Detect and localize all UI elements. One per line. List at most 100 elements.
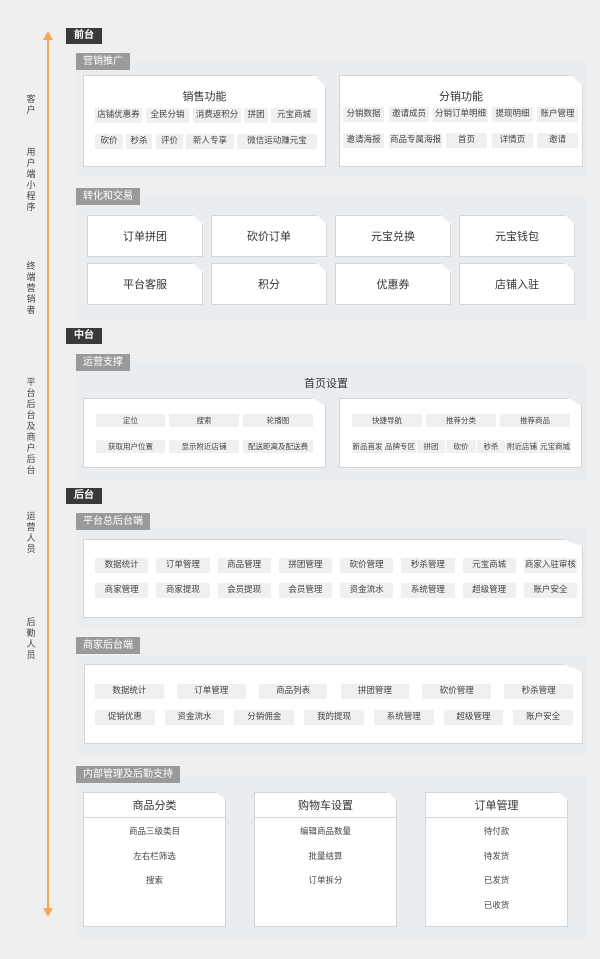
side-label-customer: 客户 <box>26 95 36 116</box>
side-label-operators: 运营人员 <box>26 512 36 555</box>
sales-chip: 元宝商城 <box>271 108 317 123</box>
merchant-admin-chip: 数据统计 <box>95 684 164 699</box>
homepage-left-card <box>83 398 326 468</box>
platform-admin-chip: 商品管理 <box>217 558 271 573</box>
internal-card-category: 商品分类 商品三级类目 左右栏筛选 搜索 <box>83 792 226 927</box>
sales-chip: 评价 <box>156 134 183 149</box>
platform-admin-chip: 秒杀管理 <box>401 558 455 573</box>
sales-chip: 秒杀 <box>126 134 152 149</box>
conversion-item: 平台客服 <box>87 263 203 305</box>
homepage-chip: 新品首发 <box>352 440 383 453</box>
distribution-chip: 邀请成员 <box>389 107 429 122</box>
side-label-platform-merchant: 平台后台及商户后台 <box>26 378 36 476</box>
merchant-admin-tag: 商家后台端 <box>76 637 140 654</box>
arrow-up-icon <box>43 31 53 40</box>
platform-admin-chip: 拼团管理 <box>278 558 332 573</box>
merchant-admin-chip: 拼团管理 <box>340 684 410 699</box>
sales-chip: 消费返积分 <box>193 108 241 123</box>
internal-card-item: 已收货 <box>483 900 510 911</box>
homepage-chip: 砍价 <box>446 440 476 453</box>
internal-card-item: 已发货 <box>483 876 510 886</box>
internal-card-item: 商品三级类目 <box>128 827 180 837</box>
conversion-item: 订单拼团 <box>87 215 203 257</box>
tier-front: 前台 <box>66 28 102 44</box>
operations-tag: 运营支撑 <box>76 354 130 371</box>
sales-title: 销售功能 <box>182 90 227 103</box>
internal-card-orders: 订单管理 待付款 待发货 已发货 已收货 <box>425 792 568 927</box>
distribution-chip: 详情页 <box>492 133 533 148</box>
internal-card-cart: 购物车设置 编辑商品数量 批量结算 订单拆分 <box>254 792 397 927</box>
distribution-chip: 商品专属海报 <box>389 133 442 148</box>
platform-admin-chip: 超级管理 <box>462 583 516 598</box>
homepage-chip: 轮播图 <box>243 414 313 427</box>
merchant-admin-chip: 秒杀管理 <box>504 684 573 699</box>
internal-card-title: 订单管理 <box>426 793 567 818</box>
merchant-admin-chip: 账户安全 <box>513 710 573 725</box>
side-label-logistics: 后勤人员 <box>26 618 36 661</box>
merchant-admin-chip: 砍价管理 <box>422 684 492 699</box>
platform-admin-chip: 商家提现 <box>156 583 210 598</box>
sales-chip: 全民分销 <box>146 108 189 123</box>
sales-chip: 拼团 <box>244 108 268 123</box>
merchant-admin-chip: 商品列表 <box>258 684 328 699</box>
internal-tag: 内部管理及后勤支持 <box>76 766 180 783</box>
distribution-title: 分销功能 <box>439 90 483 103</box>
homepage-chip: 获取用户位置 <box>96 440 165 453</box>
distribution-chip: 分销数据 <box>343 107 384 122</box>
platform-admin-chip: 商家管理 <box>95 583 149 598</box>
conversion-item: 元宝钱包 <box>459 215 575 257</box>
merchant-admin-chip: 分销佣金 <box>234 710 295 725</box>
conversion-item: 元宝兑换 <box>335 215 451 257</box>
homepage-chip: 搜索 <box>169 414 239 427</box>
platform-admin-tag: 平台总后台端 <box>76 513 150 530</box>
distribution-chip: 邀请 <box>537 133 578 148</box>
side-label-marketer: 终端营销者 <box>26 262 36 316</box>
merchant-admin-chip: 促销优惠 <box>95 710 155 725</box>
homepage-chip: 显示附近店铺 <box>169 440 239 453</box>
platform-admin-chip: 砍价管理 <box>340 558 394 573</box>
internal-card-item: 待付款 <box>483 827 510 837</box>
platform-admin-chip: 数据统计 <box>95 558 149 573</box>
internal-card-item: 批量结算 <box>308 851 343 862</box>
arrow-down-icon <box>43 908 53 917</box>
homepage-chip: 元宝商城 <box>539 440 571 453</box>
internal-card-item: 搜索 <box>145 876 163 886</box>
internal-card-item: 编辑商品数量 <box>299 827 351 837</box>
marketing-tag: 营销推广 <box>76 53 130 70</box>
conversion-item: 砍价订单 <box>211 215 327 257</box>
homepage-chip: 快捷导航 <box>352 414 422 427</box>
side-label-mini-program: 用户端小程序 <box>26 148 36 213</box>
distribution-chip: 邀请海报 <box>343 133 384 148</box>
platform-admin-chip: 系统管理 <box>401 583 455 598</box>
platform-admin-chip: 会员提现 <box>217 583 271 598</box>
merchant-admin-chip: 资金流水 <box>164 710 225 725</box>
homepage-chip: 推荐商品 <box>500 414 570 427</box>
platform-admin-chip: 资金流水 <box>340 583 394 598</box>
conversion-item: 店铺入驻 <box>459 263 575 305</box>
conversion-item: 优惠券 <box>335 263 451 305</box>
conversion-tag: 转化和交易 <box>76 188 140 205</box>
internal-card-title: 购物车设置 <box>255 793 396 818</box>
tier-back: 后台 <box>66 488 102 504</box>
internal-card-item: 待发货 <box>483 851 510 862</box>
platform-admin-chip: 账户安全 <box>523 583 577 598</box>
sales-chip: 微信运动赚元宝 <box>237 134 317 149</box>
sales-chip: 砍价 <box>95 134 123 149</box>
merchant-admin-chip: 订单管理 <box>176 684 246 699</box>
homepage-chip: 推荐分类 <box>426 414 496 427</box>
platform-admin-chip: 会员管理 <box>278 583 332 598</box>
tier-middle: 中台 <box>66 328 102 344</box>
sales-chip: 店铺优惠券 <box>95 108 142 123</box>
homepage-right-card <box>339 398 582 468</box>
distribution-chip: 分销订单明细 <box>433 107 488 122</box>
platform-admin-chip: 商家入驻审核 <box>523 558 577 573</box>
timeline-axis <box>47 38 49 911</box>
operations-title: 首页设置 <box>304 377 348 390</box>
homepage-chip: 秒杀 <box>477 440 505 453</box>
distribution-chip: 账户管理 <box>537 107 578 122</box>
platform-admin-card <box>83 539 583 618</box>
homepage-chip: 品牌专区 <box>384 440 416 453</box>
distribution-chip: 提现明细 <box>492 107 533 122</box>
conversion-item: 积分 <box>211 263 327 305</box>
internal-card-item: 左右栏筛选 <box>133 851 176 862</box>
